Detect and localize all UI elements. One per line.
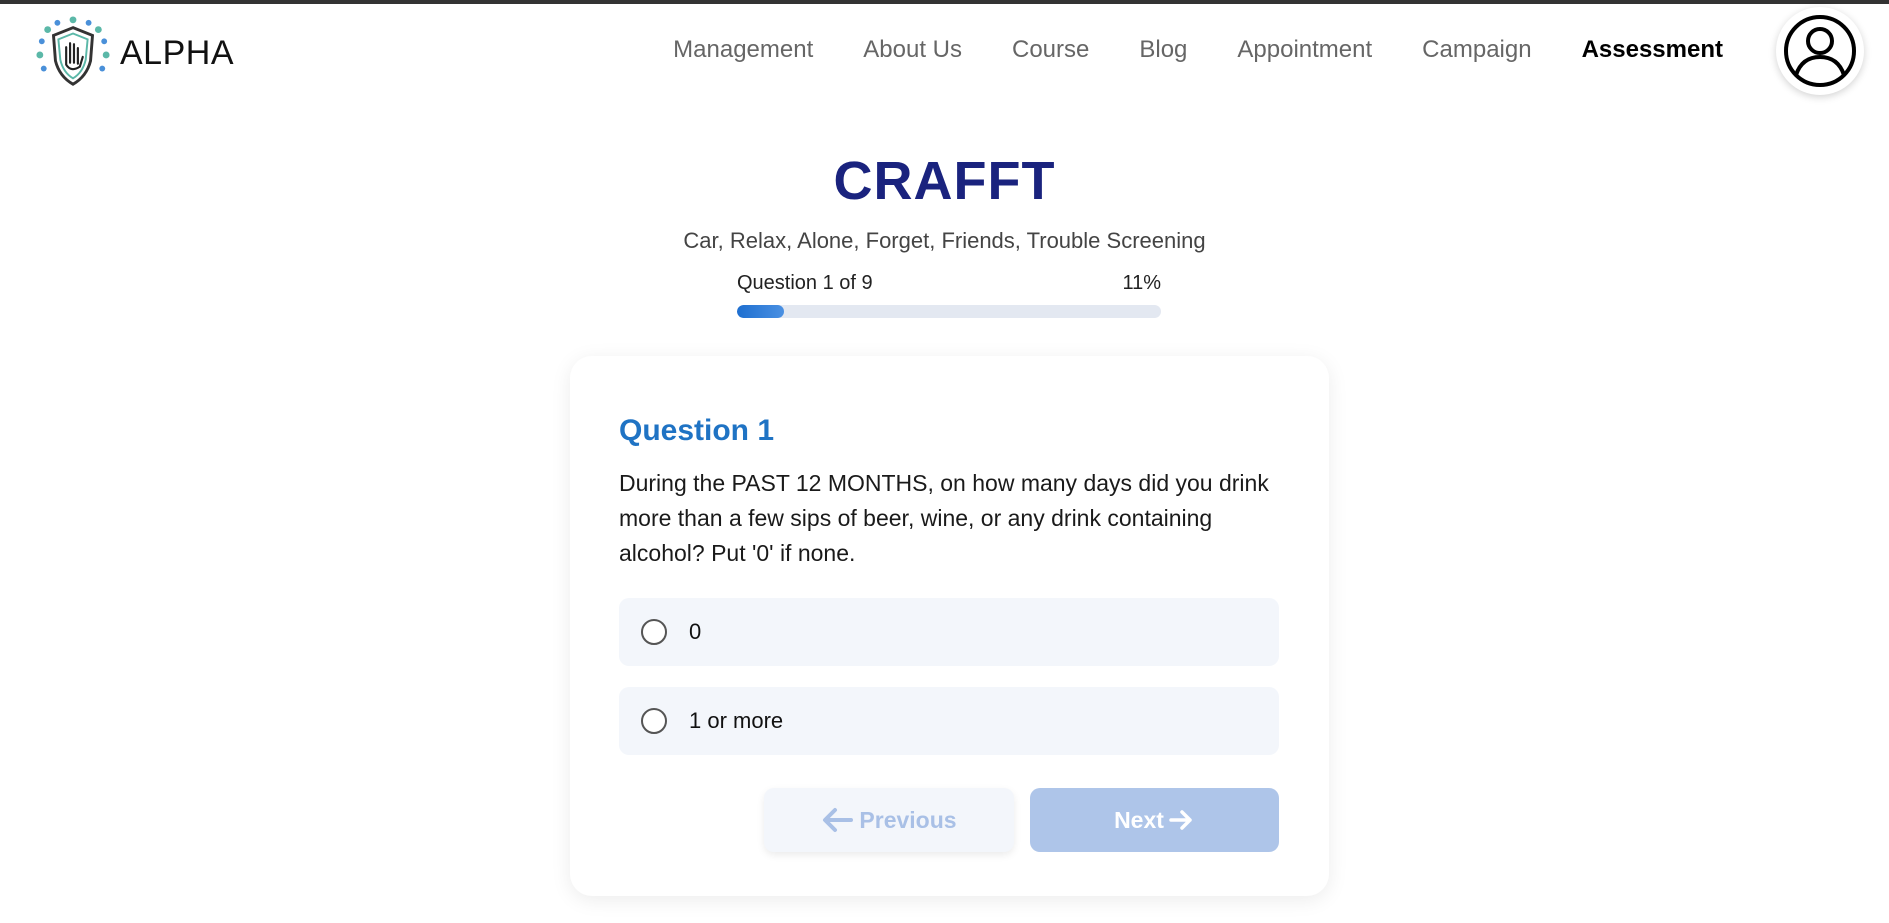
arrow-right-icon [1169,810,1192,830]
brand-name: ALPHA [120,33,234,72]
assessment-title: CRAFFT [833,151,1056,211]
previous-button-label: Previous [859,806,957,833]
progress-bar-fill [737,305,784,318]
user-avatar-button[interactable] [1776,7,1864,95]
arrow-left-icon [823,808,854,832]
nav-campaign[interactable]: Campaign [1422,32,1531,68]
radio-button[interactable] [641,619,667,645]
nav-course[interactable]: Course [1012,32,1089,68]
logo-link[interactable]: ALPHA [34,14,234,92]
progress-count-label: Question 1 of 9 [737,272,873,294]
main-nav: Management About Us Course Blog Appointm… [623,32,1723,68]
user-profile-icon [1784,15,1856,87]
answer-option-label: 0 [689,619,702,644]
answer-option-1-or-more[interactable]: 1 or more [619,687,1279,755]
previous-button[interactable]: Previous [764,788,1014,852]
nav-appointment[interactable]: Appointment [1237,32,1372,68]
nav-about-us[interactable]: About Us [863,32,962,68]
question-text: During the PAST 12 MONTHS, on how many d… [619,470,1269,566]
assessment-subtitle: Car, Relax, Alone, Forget, Friends, Trou… [683,228,1206,253]
progress-section: Question 1 of 9 11% [737,272,1161,318]
answer-option-0[interactable]: 0 [619,598,1279,666]
answer-option-label: 1 or more [689,708,784,733]
next-button[interactable]: Next [1030,788,1279,852]
progress-percent-label: 11% [1122,272,1161,294]
nav-blog[interactable]: Blog [1139,32,1187,68]
radio-button[interactable] [641,708,667,734]
nav-assessment[interactable]: Assessment [1582,32,1723,68]
question-title: Question 1 [619,414,775,447]
next-button-label: Next [1114,806,1164,833]
nav-management[interactable]: Management [673,32,813,68]
progress-bar-track [737,305,1161,318]
alpha-logo-icon [36,16,110,86]
site-header: ALPHA Management About Us Course Blog Ap… [0,4,1889,100]
question-card: Question 1 During the PAST 12 MONTHS, on… [570,356,1329,896]
